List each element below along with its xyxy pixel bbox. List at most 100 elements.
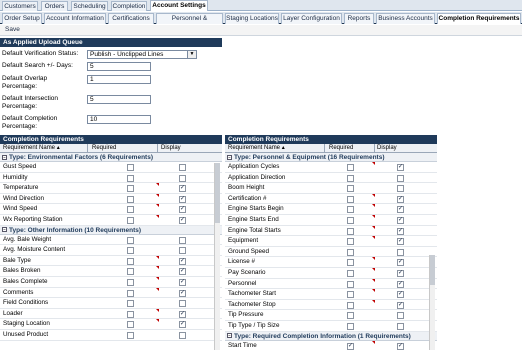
required-checkbox[interactable] [127,236,134,244]
display-checkbox[interactable]: ✓ [179,268,186,276]
required-checkbox[interactable] [347,164,354,171]
required-checkbox[interactable] [127,174,134,182]
display-checkbox[interactable]: ✓ [179,216,186,224]
required-checkbox[interactable] [347,174,354,182]
chevron-down-icon[interactable]: ▼ [187,51,196,58]
required-checkbox[interactable] [347,248,354,256]
display-checkbox[interactable]: ✓ [179,278,186,286]
display-checkbox[interactable]: ✓ [179,321,186,329]
required-checkbox[interactable] [347,259,354,267]
required-checkbox[interactable] [127,300,134,308]
verification-status-select[interactable]: Publish - Unclipped Lines ▼ [87,50,197,59]
tab-account-information[interactable]: Account Information [44,13,106,24]
group-header[interactable]: − Type: Personnel & Equipment (16 Require… [225,153,437,162]
display-checkbox[interactable]: ✓ [397,269,404,277]
tab-certifications[interactable]: Certifications [108,13,154,24]
required-checkbox[interactable] [127,195,134,203]
completion-input[interactable]: 10 [87,115,151,124]
display-checkbox[interactable]: ✓ [397,342,404,350]
display-checkbox[interactable]: ✓ [397,195,404,203]
required-checkbox[interactable] [127,257,134,265]
col-required[interactable]: Required [92,144,116,152]
required-checkbox[interactable] [347,238,354,246]
display-checkbox[interactable] [397,322,404,330]
required-checkbox[interactable] [347,227,354,235]
display-checkbox[interactable]: ✓ [397,291,404,299]
display-checkbox[interactable]: ✓ [397,238,404,246]
tab-completion[interactable]: Completion [111,1,147,11]
tab-orders[interactable]: Orders [41,1,68,11]
required-checkbox[interactable] [347,312,354,320]
search-days-input[interactable]: 5 [87,62,151,71]
required-checkbox[interactable] [347,301,354,309]
required-checkbox[interactable] [127,331,134,339]
minus-box-icon[interactable]: − [2,227,7,233]
display-checkbox[interactable] [179,164,186,171]
intersection-input[interactable]: 5 [87,95,151,104]
display-checkbox[interactable] [397,312,404,320]
save-button[interactable]: Save [5,26,20,33]
display-checkbox[interactable]: ✓ [397,301,404,309]
minus-box-icon[interactable]: − [227,333,232,339]
col-display[interactable]: Display [377,144,397,152]
tab-completion-requirements[interactable]: Completion Requirements [437,13,521,24]
overlap-input[interactable]: 1 [87,75,151,84]
required-checkbox[interactable] [127,321,134,329]
group-header[interactable]: − Type: Environmental Factors (6 Requirem… [0,153,222,162]
tab-scheduling[interactable]: Scheduling [71,1,108,11]
display-checkbox[interactable]: ✓ [179,185,186,193]
display-checkbox[interactable]: ✓ [397,227,404,235]
display-checkbox[interactable] [397,174,404,182]
display-checkbox[interactable] [179,174,186,182]
display-checkbox[interactable]: ✓ [179,289,186,297]
tab-reports[interactable]: Reports [344,13,374,24]
display-checkbox[interactable] [179,331,186,339]
col-requirement-name[interactable]: Requirement Name ▴ [3,144,60,152]
display-checkbox[interactable]: ✓ [179,195,186,203]
display-checkbox[interactable] [179,236,186,244]
required-checkbox[interactable] [127,289,134,297]
required-checkbox[interactable] [347,322,354,330]
tab-customers[interactable]: Customers [2,1,38,11]
required-checkbox[interactable]: ✓ [347,342,354,350]
display-checkbox[interactable] [397,185,404,193]
required-checkbox[interactable] [347,195,354,203]
display-checkbox[interactable]: ✓ [397,259,404,267]
required-checkbox[interactable] [347,185,354,193]
col-display[interactable]: Display [161,144,181,152]
required-checkbox[interactable] [127,216,134,224]
group-header[interactable]: − Type: Required Completion Information (… [225,331,437,341]
tab-layer-configuration[interactable]: Layer Configuration [281,13,342,24]
required-checkbox[interactable] [347,280,354,288]
display-checkbox[interactable]: ✓ [397,206,404,214]
group-header[interactable]: − Type: Other Information (10 Requirement… [0,225,222,235]
display-checkbox[interactable] [179,247,186,255]
required-checkbox[interactable] [347,291,354,299]
required-checkbox[interactable] [127,247,134,255]
tab-account-settings[interactable]: Account Settings [150,0,208,11]
required-checkbox[interactable] [127,185,134,193]
required-checkbox[interactable] [127,206,134,214]
display-checkbox[interactable]: ✓ [397,216,404,224]
display-checkbox[interactable]: ✓ [397,280,404,288]
minus-box-icon[interactable]: − [2,154,7,160]
display-checkbox[interactable] [397,248,404,256]
minus-box-icon[interactable]: − [227,154,232,160]
required-checkbox[interactable] [127,310,134,318]
tab-order-setup[interactable]: Order Setup [2,13,42,24]
required-checkbox[interactable] [347,216,354,224]
display-checkbox[interactable]: ✓ [397,164,404,171]
tab-staging-locations[interactable]: Staging Locations [225,13,279,24]
col-required[interactable]: Required [329,144,353,152]
col-requirement-name[interactable]: Requirement Name ▴ [228,144,285,152]
required-checkbox[interactable] [347,269,354,277]
required-checkbox[interactable] [127,164,134,171]
left-scrollbar[interactable] [214,163,220,350]
required-checkbox[interactable] [127,268,134,276]
tab-business-accounts[interactable]: Business Accounts [376,13,435,24]
display-checkbox[interactable]: ✓ [179,310,186,318]
right-scrollbar[interactable] [429,255,435,350]
required-checkbox[interactable] [347,206,354,214]
required-checkbox[interactable] [127,278,134,286]
display-checkbox[interactable] [179,300,186,308]
